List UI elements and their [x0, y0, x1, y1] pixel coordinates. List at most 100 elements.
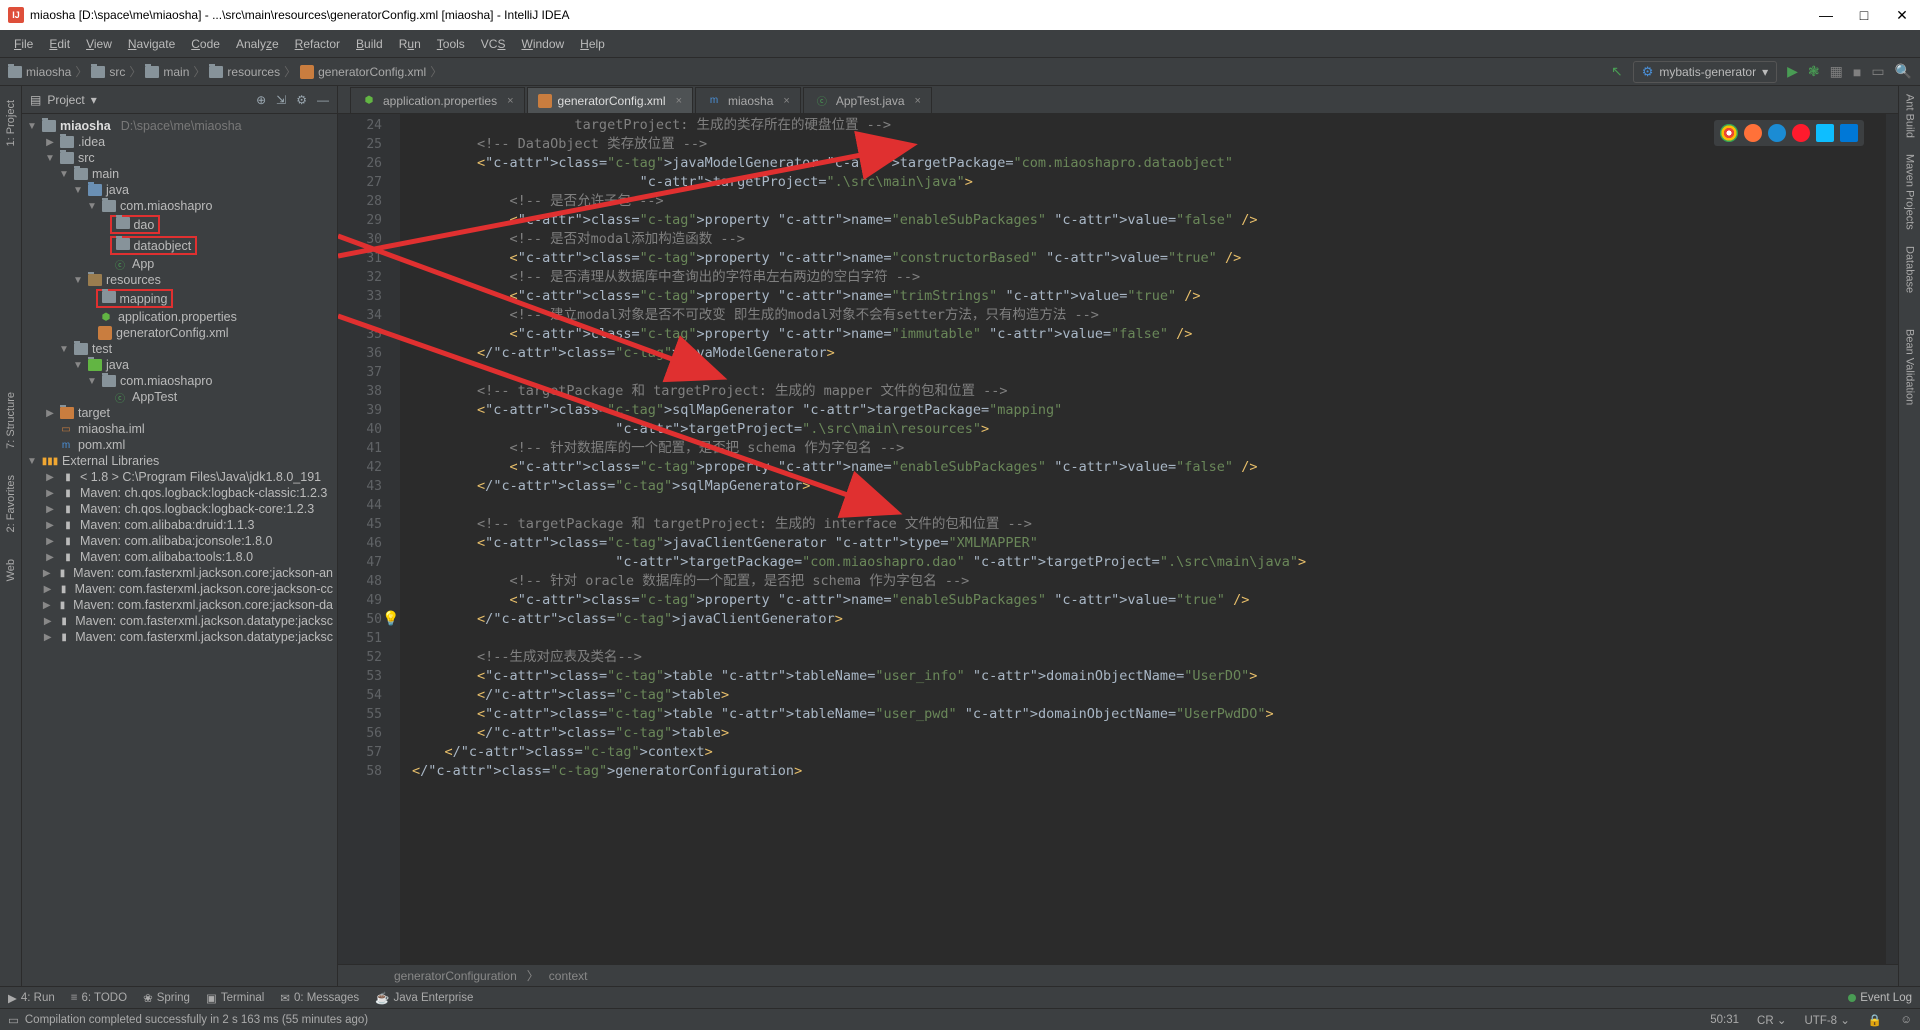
tree-item[interactable]: ▼src [22, 150, 337, 166]
menu-build[interactable]: Build [350, 35, 389, 53]
menu-code[interactable]: Code [185, 35, 226, 53]
debug-button[interactable]: ❃ [1808, 63, 1820, 80]
gutter-tab-web[interactable]: Web [3, 551, 19, 589]
tree-item[interactable]: ▼main [22, 166, 337, 182]
tree-lib[interactable]: ▶▮Maven: com.fasterxml.jackson.datatype:… [22, 613, 337, 629]
tree-lib[interactable]: ▶▮Maven: com.fasterxml.jackson.core:jack… [22, 581, 337, 597]
project-view-label[interactable]: Project [47, 93, 84, 107]
bottom-tab-terminal[interactable]: ▣ Terminal [206, 991, 264, 1005]
tab[interactable]: ⬢application.properties× [350, 87, 525, 113]
maximize-button[interactable]: □ [1854, 7, 1874, 24]
line-separator[interactable]: CR ⌄ [1757, 1013, 1786, 1027]
close-icon[interactable]: × [676, 95, 682, 107]
project-tree[interactable]: ▼miaoshaD:\space\me\miaosha ▶.idea ▼src … [22, 114, 337, 986]
close-button[interactable]: ✕ [1892, 7, 1912, 24]
breadcrumb-seg[interactable]: generatorConfiguration [394, 969, 517, 983]
search-button[interactable]: 🔍 [1895, 63, 1912, 80]
tree-item[interactable]: ▼test [22, 341, 337, 357]
menu-run[interactable]: Run [393, 35, 427, 53]
tree-lib[interactable]: ▶▮Maven: ch.qos.logback:logback-core:1.2… [22, 501, 337, 517]
close-icon[interactable]: × [783, 95, 789, 107]
close-icon[interactable]: × [915, 95, 921, 107]
gutter-tab-maven[interactable]: Maven Projects [1902, 146, 1918, 238]
tree-item[interactable]: ⓒApp [22, 256, 337, 272]
gutter-tab-structure[interactable]: 7: Structure [3, 384, 19, 457]
breadcrumb-item[interactable]: resources [209, 65, 280, 79]
tree-lib[interactable]: ▶▮Maven: ch.qos.logback:logback-classic:… [22, 485, 337, 501]
lock-icon[interactable]: 🔒 [1868, 1013, 1882, 1027]
back-icon[interactable]: ↖ [1611, 63, 1623, 80]
run-button[interactable]: ▶ [1787, 63, 1798, 80]
marker-strip[interactable] [1886, 114, 1898, 964]
tree-item[interactable]: generatorConfig.xml [22, 325, 337, 341]
breadcrumb-seg[interactable]: context [549, 969, 588, 983]
firefox-icon[interactable] [1744, 124, 1762, 142]
breadcrumb-item[interactable]: miaosha [8, 65, 71, 79]
tree-item[interactable]: ▼java [22, 357, 337, 373]
tree-lib[interactable]: ▶▮Maven: com.fasterxml.jackson.core:jack… [22, 597, 337, 613]
menu-tools[interactable]: Tools [431, 35, 471, 53]
gutter-tab-bean[interactable]: Bean Validation [1902, 321, 1918, 413]
menu-navigate[interactable]: Navigate [122, 35, 181, 53]
editor-body[interactable]: 2425262728293031323334353637383940414243… [338, 114, 1898, 964]
tree-lib[interactable]: ▶▮Maven: com.alibaba:tools:1.8.0 [22, 549, 337, 565]
menu-vcs[interactable]: VCS [475, 35, 512, 53]
menu-window[interactable]: Window [515, 35, 570, 53]
stop-button[interactable]: ■ [1853, 64, 1861, 80]
tree-lib[interactable]: ▶▮Maven: com.alibaba:druid:1.1.3 [22, 517, 337, 533]
menu-file[interactable]: File [8, 35, 39, 53]
chrome-icon[interactable] [1720, 124, 1738, 142]
tree-item[interactable]: ⬢application.properties [22, 309, 337, 325]
gutter-tab-database[interactable]: Database [1902, 238, 1918, 301]
breadcrumb-item[interactable]: src [91, 65, 125, 79]
tree-item[interactable]: mpom.xml [22, 437, 337, 453]
tree-item[interactable]: ▼resources [22, 272, 337, 288]
breadcrumb-item[interactable]: generatorConfig.xml [300, 65, 426, 79]
hector-icon[interactable]: ☺ [1900, 1014, 1912, 1026]
tree-item[interactable]: ▼com.miaoshapro [22, 373, 337, 389]
tree-item-dao[interactable]: dao [22, 214, 337, 235]
bottom-tab-messages[interactable]: ✉ 0: Messages [280, 991, 359, 1005]
chevron-down-icon[interactable]: ▾ [91, 93, 97, 107]
menu-edit[interactable]: Edit [43, 35, 76, 53]
menu-refactor[interactable]: Refactor [289, 35, 346, 53]
edge-icon[interactable] [1840, 124, 1858, 142]
project-structure-button[interactable]: ▭ [1871, 63, 1884, 80]
scroll-to-source-icon[interactable]: ⊕ [256, 93, 266, 107]
tree-item[interactable]: ▭miaosha.iml [22, 421, 337, 437]
gutter-tab-project[interactable]: 1: Project [3, 92, 19, 154]
tree-item[interactable]: ▶.idea [22, 134, 337, 150]
tree-item[interactable]: ▶target [22, 405, 337, 421]
bottom-tab-java-ee[interactable]: ☕ Java Enterprise [375, 991, 473, 1005]
tree-item[interactable]: ⓒAppTest [22, 389, 337, 405]
menu-view[interactable]: View [80, 35, 118, 53]
collapse-all-icon[interactable]: ⇲ [276, 93, 286, 107]
tree-item-external[interactable]: ▼▮▮▮External Libraries [22, 453, 337, 469]
bottom-tab-spring[interactable]: ❀ Spring [143, 991, 190, 1005]
tree-item-dataobject[interactable]: dataobject [22, 235, 337, 256]
close-icon[interactable]: × [507, 95, 513, 107]
tree-lib[interactable]: ▶▮Maven: com.fasterxml.jackson.core:jack… [22, 565, 337, 581]
opera-icon[interactable] [1792, 124, 1810, 142]
breadcrumb-item[interactable]: main [145, 65, 189, 79]
tab[interactable]: generatorConfig.xml× [527, 87, 694, 113]
tree-lib[interactable]: ▶▮Maven: com.fasterxml.jackson.datatype:… [22, 629, 337, 645]
tree-item-mapping[interactable]: mapping [22, 288, 337, 309]
event-log-button[interactable]: Event Log [1848, 992, 1912, 1004]
coverage-button[interactable]: ▦ [1830, 63, 1843, 80]
safari-icon[interactable] [1768, 124, 1786, 142]
bottom-tab-run[interactable]: ▶ 4: Run [8, 991, 55, 1005]
tree-item[interactable]: ▼com.miaoshapro [22, 198, 337, 214]
tree-lib[interactable]: ▶▮< 1.8 > C:\Program Files\Java\jdk1.8.0… [22, 469, 337, 485]
ie-icon[interactable] [1816, 124, 1834, 142]
gutter-tab-ant[interactable]: Ant Build [1902, 86, 1918, 146]
code-content[interactable]: targetProject: 生成的类存所在的硬盘位置 --> <!-- Dat… [400, 114, 1898, 964]
gutter-tab-favorites[interactable]: 2: Favorites [3, 467, 19, 540]
tab[interactable]: mmiaosha× [695, 87, 801, 113]
encoding[interactable]: UTF-8 ⌄ [1804, 1013, 1849, 1027]
minimize-button[interactable]: — [1816, 7, 1836, 24]
status-icon[interactable]: ▭ [8, 1013, 19, 1027]
tree-item[interactable]: ▼java [22, 182, 337, 198]
tab[interactable]: ⓒAppTest.java× [803, 87, 932, 113]
settings-icon[interactable]: ⚙ [296, 93, 307, 107]
